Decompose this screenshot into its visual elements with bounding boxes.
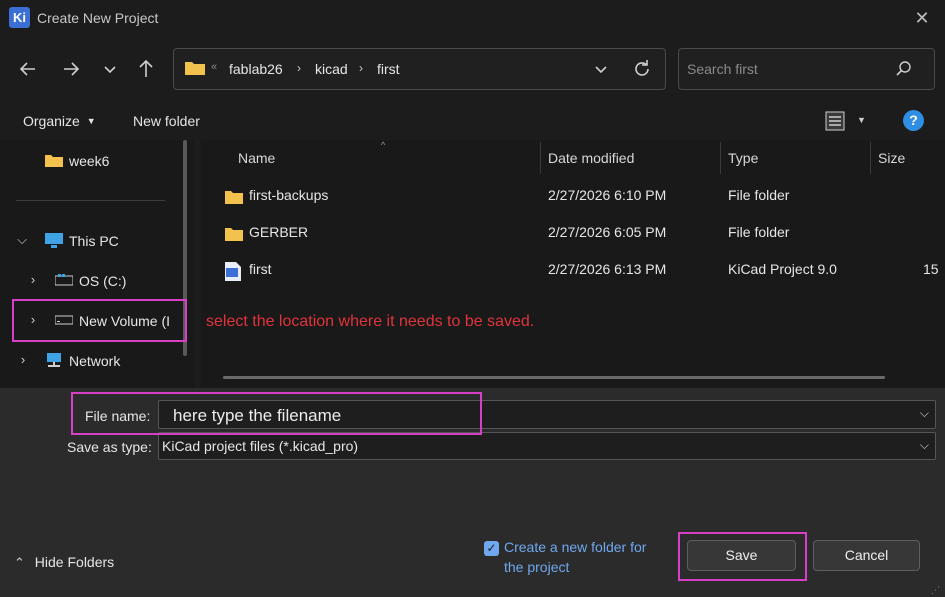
file-date: 2/27/2026 6:10 PM [548, 187, 667, 203]
hide-folders-label: Hide Folders [34, 554, 115, 570]
up-icon[interactable] [133, 56, 159, 82]
column-header-size[interactable]: Size [878, 150, 905, 166]
savetype-label: Save as type: [67, 439, 152, 455]
computer-icon [45, 233, 63, 248]
nav-item-week6[interactable]: week6 [0, 143, 186, 179]
overflow-marker: « [211, 61, 218, 73]
column-divider[interactable] [870, 142, 871, 174]
nav-item-network[interactable]: › Network [0, 343, 186, 379]
recent-locations-chevron-icon[interactable] [97, 56, 123, 82]
kicad-project-icon [225, 262, 241, 281]
nav-label: Network [69, 353, 121, 369]
file-type: KiCad Project 9.0 [728, 261, 837, 277]
nav-scrollbar[interactable] [183, 140, 187, 356]
create-folder-label-line2[interactable]: the project [504, 559, 569, 575]
column-divider[interactable] [720, 142, 721, 174]
file-name: GERBER [249, 224, 309, 240]
nav-label: OS (C:) [79, 273, 127, 289]
chevron-down-icon[interactable]: ⌵ [920, 438, 929, 453]
chevron-right-icon[interactable]: › [26, 272, 40, 287]
column-header-name[interactable]: Name [238, 150, 275, 166]
view-dropdown-icon[interactable]: ▼ [857, 115, 866, 125]
chevron-right-icon[interactable]: › [16, 352, 30, 367]
filename-input[interactable] [173, 405, 873, 427]
cancel-button[interactable]: Cancel [813, 540, 920, 571]
nav-label: This PC [69, 233, 119, 249]
filename-label: File name: [85, 408, 151, 424]
forward-icon[interactable] [58, 56, 84, 82]
nav-item-this-pc[interactable]: ⌵ This PC [0, 223, 186, 259]
window-title: Create New Project [37, 10, 159, 26]
create-folder-checkbox[interactable]: ✓ [484, 541, 499, 556]
folder-icon [45, 155, 63, 167]
column-divider[interactable] [540, 142, 541, 174]
kicad-app-icon: Ki [9, 7, 30, 28]
title-bar: Ki Create New Project ✕ [0, 0, 945, 38]
annotation-text: select the location where it needs to be… [206, 313, 535, 330]
breadcrumb-separator-icon: › [359, 61, 363, 75]
organize-caret-icon: ▼ [86, 116, 96, 126]
resize-grip-icon[interactable]: ⋰ [931, 585, 940, 596]
toolbar: Organize ▼ New folder ▼ ? [0, 102, 945, 140]
file-row[interactable]: first 2/27/2026 6:13 PM KiCad Project 9.… [201, 261, 945, 297]
chevron-right-icon[interactable]: › [26, 312, 40, 327]
search-input[interactable] [687, 59, 887, 79]
back-icon[interactable] [15, 56, 41, 82]
nav-label: week6 [69, 153, 110, 169]
file-row[interactable]: GERBER 2/27/2026 6:05 PM File folder [201, 224, 945, 260]
address-bar[interactable]: « fablab26 › kicad › first [173, 48, 666, 90]
organize-button[interactable]: Organize ▼ [14, 108, 105, 134]
savetype-select[interactable]: KiCad project files (*.kicad_pro) ⌵ [158, 432, 936, 460]
file-row[interactable]: first-backups 2/27/2026 6:10 PM File fol… [201, 187, 945, 223]
navigation-pane: week6 ⌵ This PC › OS (C:) › New Volume (… [0, 140, 194, 388]
nav-divider [16, 200, 165, 201]
file-date: 2/27/2026 6:05 PM [548, 224, 667, 240]
file-size: 15 [923, 261, 939, 277]
view-options-icon[interactable] [825, 111, 847, 131]
file-list: ^ Name Date modified Type Size first-bac… [201, 140, 945, 388]
chevron-down-icon[interactable]: ⌵ [920, 406, 929, 421]
chevron-up-icon: ⌃ [14, 555, 25, 570]
organize-label: Organize [23, 113, 80, 129]
network-icon [47, 353, 61, 367]
save-button[interactable]: Save [687, 540, 796, 571]
column-header-date[interactable]: Date modified [548, 150, 634, 166]
save-form-panel: File name: ⌵ Save as type: KiCad project… [0, 388, 945, 597]
nav-item-new-volume[interactable]: › New Volume (I [0, 303, 186, 339]
breadcrumb-first[interactable]: first [377, 61, 400, 77]
file-date: 2/27/2026 6:13 PM [548, 261, 667, 277]
column-header-type[interactable]: Type [728, 150, 758, 166]
file-type: File folder [728, 224, 790, 240]
sort-caret-icon: ^ [381, 140, 386, 150]
hide-folders-button[interactable]: ⌃ Hide Folders [14, 554, 114, 574]
breadcrumb-fablab26[interactable]: fablab26 [229, 61, 283, 77]
nav-label: New Volume (I [79, 313, 171, 329]
filename-combo[interactable]: ⌵ [158, 400, 936, 429]
breadcrumb-kicad[interactable]: kicad [315, 61, 348, 77]
help-icon[interactable]: ? [903, 110, 924, 131]
drive-icon [55, 274, 73, 286]
nav-item-os-c[interactable]: › OS (C:) [0, 263, 186, 299]
create-folder-label-line1[interactable]: Create a new folder for [504, 539, 646, 555]
file-type: File folder [728, 187, 790, 203]
horizontal-scrollbar[interactable] [223, 376, 885, 379]
search-icon[interactable] [894, 59, 914, 79]
close-icon[interactable]: ✕ [911, 7, 933, 29]
refresh-icon[interactable] [630, 57, 654, 81]
chevron-down-icon[interactable]: ⌵ [15, 232, 29, 248]
folder-icon [185, 62, 205, 75]
file-name: first [249, 261, 272, 277]
savetype-value: KiCad project files (*.kicad_pro) [162, 438, 359, 454]
breadcrumb-separator-icon: › [297, 61, 301, 75]
search-box[interactable] [678, 48, 935, 90]
new-folder-button[interactable]: New folder [124, 108, 209, 134]
folder-icon [225, 228, 243, 241]
folder-icon [225, 191, 243, 204]
file-name: first-backups [249, 187, 329, 203]
address-dropdown-icon[interactable] [589, 57, 613, 81]
drive-icon [55, 315, 73, 325]
